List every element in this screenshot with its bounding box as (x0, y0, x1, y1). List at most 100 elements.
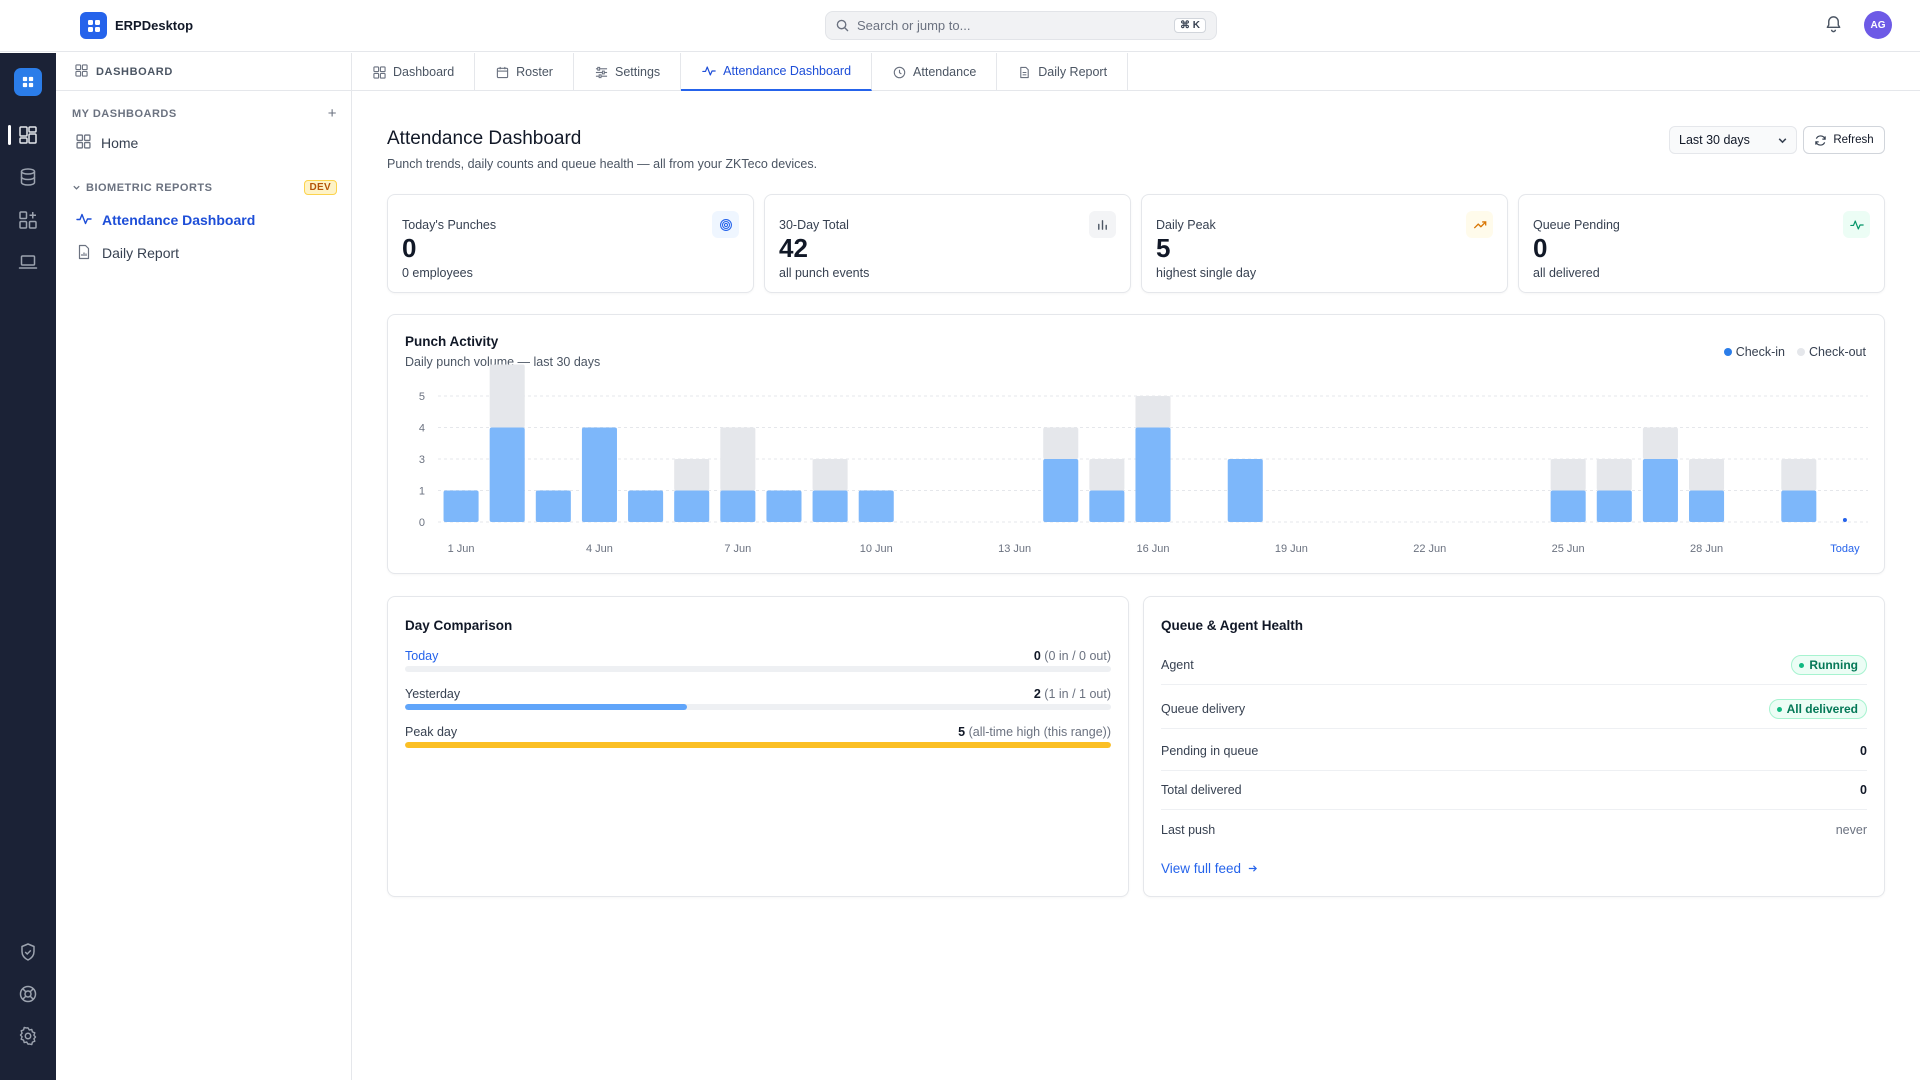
x-tick-label: 25 Jun (1552, 543, 1585, 555)
icon-rail (0, 53, 56, 1080)
stat-card-30-day-total: 30-Day Total 42 all punch events (764, 194, 1131, 293)
comparison-value: 0 (0 in / 0 out) (1034, 649, 1111, 663)
bar-checkout (489, 364, 525, 428)
x-tick-label: Today (1830, 543, 1860, 555)
y-tick-label: 5 (419, 391, 425, 403)
rail-apps-add-icon[interactable] (0, 203, 56, 237)
bar-checkin (674, 490, 710, 522)
punch-activity-chart: 0 1 3 4 5 1 Jun 4 Jun 7 Jun 10 Jun 13 Jun 16 Jun 19… (419, 364, 1868, 555)
top-bar: ERPDesktop Search or jump to... ⌘ K AG (0, 0, 1920, 52)
sliders-icon (595, 66, 608, 79)
bar-checkin (812, 490, 848, 522)
rail-shield-check-icon[interactable] (0, 935, 56, 969)
tab-label: Attendance Dashboard (723, 64, 852, 78)
queue-delivery-row: Queue delivery All delivered (1161, 690, 1867, 729)
agent-label: Agent (1161, 658, 1194, 672)
agent-status-badge: Running (1791, 655, 1867, 675)
bar-checkout (1781, 459, 1817, 491)
bell-icon[interactable] (1824, 14, 1843, 37)
pending-row: Pending in queue 0 (1161, 732, 1867, 771)
tab-label: Daily Report (1038, 65, 1108, 79)
dev-badge: DEV (303, 180, 337, 195)
tab-attendance-dashboard[interactable]: Attendance Dashboard (681, 53, 873, 91)
add-dashboard-button[interactable]: + (328, 105, 337, 122)
bar-checkout (1135, 396, 1171, 428)
avatar[interactable]: AG (1864, 11, 1892, 39)
bar-checkin (720, 490, 756, 522)
stat-sub: all delivered (1533, 266, 1600, 280)
pending-value: 0 (1860, 744, 1867, 758)
stat-label: Daily Peak (1156, 218, 1216, 232)
chevron-down-icon (1777, 135, 1788, 146)
report-icon (76, 244, 92, 263)
sidebar-item-label: Daily Report (102, 245, 180, 261)
x-tick-label: 4 Jun (586, 543, 613, 555)
last-push-value: never (1835, 822, 1867, 837)
search-input[interactable]: Search or jump to... ⌘ K (825, 11, 1217, 40)
comparison-track (405, 742, 1111, 748)
bar-checkin (1689, 490, 1725, 522)
tab-settings[interactable]: Settings (574, 53, 682, 91)
sidebar-item-attendance-dashboard[interactable]: Attendance Dashboard (76, 207, 337, 233)
trending-up-icon (1466, 211, 1493, 238)
sidebar-item-label: Attendance Dashboard (102, 212, 256, 228)
sidebar-item-daily-report[interactable]: Daily Report (76, 240, 337, 266)
comparison-detail: (1 in / 1 out) (1044, 687, 1111, 701)
date-range-value: Last 30 days (1679, 133, 1750, 147)
comparison-row: Today 0 (0 in / 0 out) (405, 649, 1111, 675)
sidebar-item-label: Home (101, 135, 139, 151)
stat-label: 30-Day Total (779, 218, 849, 232)
rail-lifebuoy-icon[interactable] (0, 977, 56, 1011)
refresh-button[interactable]: Refresh (1803, 126, 1885, 154)
rail-dashboard-icon[interactable] (0, 118, 56, 152)
bar-checkin (766, 490, 802, 522)
sidebar: DASHBOARD MY DASHBOARDS + Home BIOMETRIC… (56, 53, 352, 1080)
page-title: Attendance Dashboard (387, 128, 582, 149)
fingerprint-icon (712, 211, 739, 238)
delivered-label: Total delivered (1161, 783, 1242, 797)
bar-checkin (1550, 490, 1586, 522)
last-push-row: Last push never (1161, 810, 1867, 849)
app-name: ERPDesktop (115, 18, 194, 33)
comparison-label: Yesterday (405, 687, 461, 701)
tab-daily-report[interactable]: Daily Report (997, 53, 1129, 91)
delivered-row: Total delivered 0 (1161, 771, 1867, 810)
comparison-detail: (0 in / 0 out) (1044, 649, 1111, 663)
tab-dashboard[interactable]: Dashboard (352, 53, 476, 91)
stat-card-queue-pending: Queue Pending 0 all delivered (1518, 194, 1885, 293)
date-range-select[interactable]: Last 30 days (1669, 126, 1797, 154)
tab-attendance[interactable]: Attendance (872, 53, 998, 91)
rail-database-icon[interactable] (0, 160, 56, 194)
agent-status: Running (1809, 658, 1858, 672)
app-logo-icon (80, 12, 107, 39)
comparison-bar (405, 742, 1111, 748)
tab-roster[interactable]: Roster (475, 53, 574, 91)
pending-label: Pending in queue (1161, 744, 1259, 758)
stat-value: 0 (402, 233, 417, 263)
punch-activity-card: Punch Activity Daily punch volume — last… (387, 314, 1885, 574)
brand[interactable]: ERPDesktop (80, 12, 193, 39)
comparison-row: Peak day 5 (all-time high (this range)) (405, 725, 1111, 751)
x-tick-label: 13 Jun (998, 543, 1031, 555)
bar-checkout (1089, 459, 1125, 491)
view-full-feed-link[interactable]: View full feed (1161, 861, 1258, 876)
arrow-right-icon (1247, 863, 1258, 874)
tab-label: Settings (614, 65, 661, 79)
biometric-reports-section[interactable]: BIOMETRIC REPORTS DEV (72, 180, 337, 195)
queue-delivery-label: Queue delivery (1161, 702, 1246, 716)
y-tick-label: 0 (419, 517, 425, 529)
bar-checkin (489, 427, 525, 522)
rail-home-logo[interactable] (14, 68, 42, 96)
rail-laptop-icon[interactable] (0, 245, 56, 279)
dashboard-icon (75, 63, 88, 80)
bar-checkin (1089, 490, 1125, 522)
stat-sub: highest single day (1156, 266, 1257, 280)
sidebar-item-home[interactable]: Home (76, 130, 337, 156)
rail-gear-icon[interactable] (0, 1019, 56, 1053)
my-dashboards-label: MY DASHBOARDS (72, 107, 177, 120)
bar-checkout (1550, 459, 1586, 491)
bar-checkin (1135, 427, 1171, 522)
bar-checkin (1781, 490, 1817, 522)
day-comparison-title: Day Comparison (405, 618, 513, 633)
bar-checkout (1043, 427, 1079, 459)
